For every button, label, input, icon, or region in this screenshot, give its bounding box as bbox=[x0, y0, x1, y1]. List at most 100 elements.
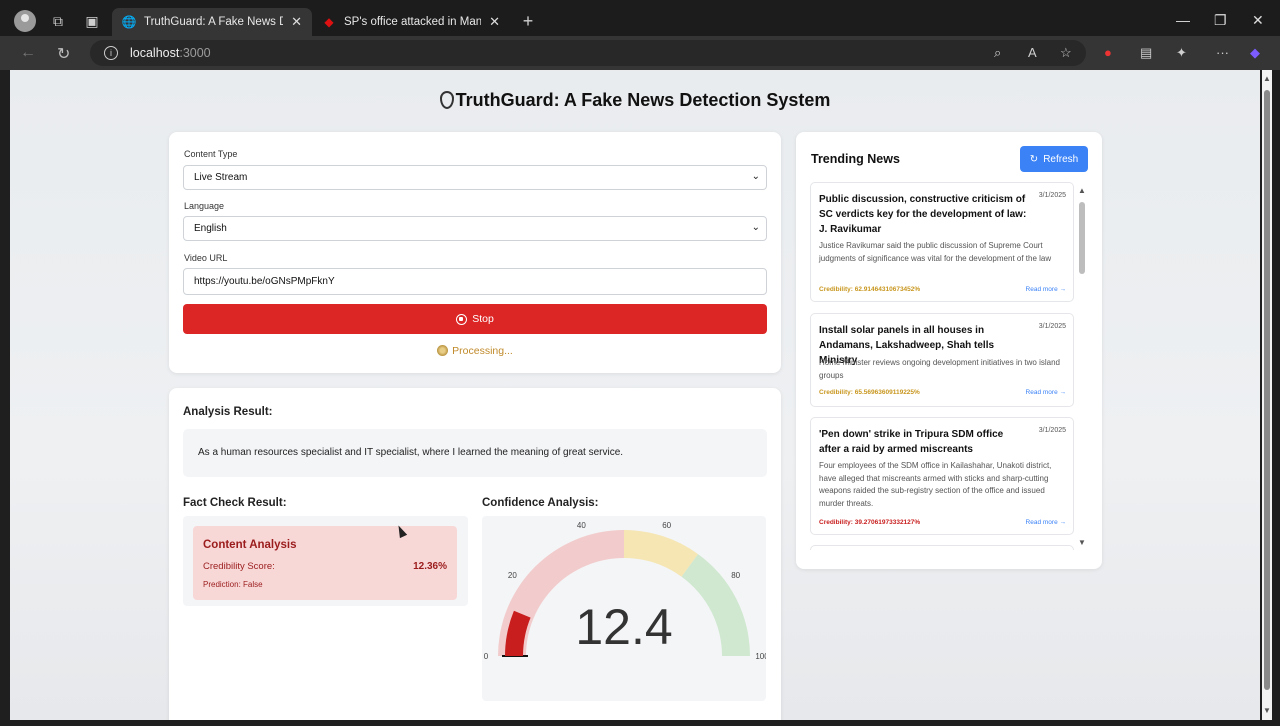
gauge-tick-label: 60 bbox=[662, 521, 671, 530]
confidence-heading: Confidence Analysis: bbox=[482, 497, 599, 509]
trending-title: Trending News bbox=[811, 152, 900, 166]
input-form-card: Content Type Live Stream ⌄ Language Engl… bbox=[169, 132, 781, 373]
tab-title: SP's office attacked in Manipur's bbox=[344, 16, 482, 28]
language-label: Language bbox=[184, 201, 225, 211]
confidence-gauge: 0 20 40 60 80 100 12.4 bbox=[484, 521, 766, 661]
analysis-result-card: Analysis Result: As a human resources sp… bbox=[169, 388, 781, 720]
copilot-icon[interactable]: ◆ bbox=[1250, 45, 1260, 61]
news-credibility: Credibility: 62.91464310673452% bbox=[819, 286, 921, 293]
read-aloud-icon[interactable]: A bbox=[1028, 45, 1037, 60]
video-url-value: https://youtu.be/oGNsPMpFknY bbox=[194, 276, 335, 287]
workspaces-icon[interactable]: ⧉ bbox=[48, 11, 68, 31]
reading-view-icon[interactable]: ▤ bbox=[1140, 45, 1152, 61]
zoom-icon[interactable]: ⌕ bbox=[994, 45, 1001, 61]
news-list-scrollbar[interactable]: ▲ ▼ bbox=[1076, 182, 1088, 550]
news-credibility: Credibility: 65.56963609119225% bbox=[819, 389, 920, 396]
tab-news[interactable]: ◆ SP's office attacked in Manipur's ✕ bbox=[312, 8, 510, 36]
news-description: Four employees of the SDM office in Kail… bbox=[819, 461, 1052, 508]
gauge-value-text: 12.4 bbox=[575, 599, 672, 655]
info-icon[interactable]: i bbox=[104, 46, 118, 60]
news-favicon-icon: ◆ bbox=[324, 15, 334, 29]
credibility-score-label: Credibility Score: bbox=[203, 561, 275, 572]
close-icon[interactable]: ✕ bbox=[291, 14, 302, 30]
scroll-down-icon[interactable]: ▼ bbox=[1263, 706, 1271, 715]
analysis-text: As a human resources specialist and IT s… bbox=[183, 429, 767, 477]
news-date: 3/1/2025 bbox=[1038, 427, 1066, 434]
tab-actions-icon[interactable]: ▣ bbox=[82, 11, 102, 31]
gauge-band-high bbox=[681, 554, 750, 656]
prediction-text: Prediction: False bbox=[203, 580, 263, 589]
confidence-gauge-panel: 0 20 40 60 80 100 12.4 bbox=[482, 516, 766, 701]
read-more-link[interactable]: Read more → bbox=[1026, 389, 1066, 396]
chevron-down-icon: ⌄ bbox=[751, 171, 760, 182]
fact-check-heading: Fact Check Result: bbox=[183, 497, 287, 509]
more-menu-icon[interactable]: ··· bbox=[1216, 45, 1229, 60]
language-select[interactable]: English ⌄ bbox=[183, 216, 767, 241]
news-credibility: Credibility: 39.27061973332127% bbox=[819, 519, 921, 526]
news-item[interactable]: Public discussion, constructive criticis… bbox=[810, 182, 1074, 302]
pin-icon bbox=[439, 91, 454, 109]
tab-title: TruthGuard: A Fake News Detecti bbox=[144, 16, 283, 28]
stop-button[interactable]: Stop bbox=[183, 304, 767, 334]
new-tab-icon[interactable]: + bbox=[518, 11, 538, 31]
page-scrollbar-thumb[interactable] bbox=[1264, 90, 1270, 690]
gauge-tick-label: 100 bbox=[755, 652, 766, 661]
news-description: Justice Ravikumar said the public discus… bbox=[819, 241, 1052, 263]
page-scrollbar[interactable]: ▲ ▼ bbox=[1262, 70, 1272, 720]
news-item[interactable]: 'Pen down' strike in Tripura SDM office … bbox=[810, 417, 1074, 535]
analysis-heading: Analysis Result: bbox=[183, 406, 273, 418]
news-title[interactable]: 'Pen down' strike in Tripura SDM office … bbox=[819, 427, 1027, 457]
url-port: :3000 bbox=[179, 46, 211, 60]
profile-icon[interactable] bbox=[14, 10, 36, 32]
address-bar: ← ↻ i localhost:3000 ⌕ A ☆ ● ▤ ✦ ··· ◆ bbox=[0, 36, 1280, 70]
processing-label: Processing... bbox=[452, 345, 513, 357]
news-list[interactable]: Public discussion, constructive criticis… bbox=[810, 182, 1090, 550]
url-host: localhost bbox=[130, 46, 180, 60]
refresh-button[interactable]: ↻ Refresh bbox=[1020, 146, 1088, 172]
back-icon[interactable]: ← bbox=[20, 44, 36, 62]
gauge-tick-label: 0 bbox=[484, 652, 489, 661]
news-date: 3/1/2025 bbox=[1038, 192, 1066, 199]
close-icon[interactable]: ✕ bbox=[489, 14, 500, 30]
extensions-puzzle-icon[interactable]: ✦ bbox=[1176, 45, 1187, 61]
content-analysis-title: Content Analysis bbox=[203, 539, 297, 551]
scrollbar-thumb[interactable] bbox=[1079, 202, 1085, 274]
scroll-up-icon[interactable]: ▲ bbox=[1078, 186, 1086, 195]
page-title-text: TruthGuard: A Fake News Detection System bbox=[455, 90, 831, 110]
url-field[interactable]: i localhost:3000 bbox=[90, 40, 1086, 66]
content-type-value: Live Stream bbox=[194, 172, 248, 183]
gauge-tick-label: 20 bbox=[508, 571, 517, 580]
extension-icon[interactable]: ● bbox=[1104, 45, 1112, 60]
stop-label: Stop bbox=[472, 313, 494, 325]
scroll-down-icon[interactable]: ▼ bbox=[1078, 538, 1086, 547]
processing-status: Processing... bbox=[169, 345, 781, 357]
language-value: English bbox=[194, 223, 227, 234]
reload-icon[interactable]: ↻ bbox=[57, 44, 70, 64]
trending-news-card: Trending News ↻ Refresh Public discussio… bbox=[796, 132, 1102, 569]
content-type-label: Content Type bbox=[184, 149, 238, 159]
read-more-link[interactable]: Read more → bbox=[1026, 286, 1066, 293]
globe-icon: 🌐 bbox=[121, 15, 137, 29]
chevron-down-icon: ⌄ bbox=[751, 222, 760, 233]
news-item[interactable]: Install solar panels in all houses in An… bbox=[810, 313, 1074, 407]
video-url-input[interactable]: https://youtu.be/oGNsPMpFknY bbox=[183, 268, 767, 295]
restore-icon[interactable]: ❐ bbox=[1214, 12, 1227, 29]
tab-truthguard[interactable]: 🌐 TruthGuard: A Fake News Detecti ✕ bbox=[112, 8, 312, 36]
page-title: TruthGuard: A Fake News Detection System bbox=[10, 90, 1260, 111]
video-url-label: Video URL bbox=[184, 253, 228, 263]
news-date: 3/1/2025 bbox=[1038, 323, 1066, 330]
news-item[interactable] bbox=[810, 545, 1074, 550]
scroll-up-icon[interactable]: ▲ bbox=[1263, 74, 1271, 83]
favorite-star-icon[interactable]: ☆ bbox=[1060, 45, 1072, 61]
content-type-select[interactable]: Live Stream ⌄ bbox=[183, 165, 767, 190]
page-viewport: TruthGuard: A Fake News Detection System… bbox=[10, 70, 1260, 720]
content-analysis-box: Content Analysis Credibility Score: 12.3… bbox=[193, 526, 457, 600]
refresh-label: Refresh bbox=[1043, 153, 1079, 165]
minimize-icon[interactable]: — bbox=[1176, 12, 1190, 28]
news-title[interactable]: Public discussion, constructive criticis… bbox=[819, 192, 1027, 237]
fact-check-panel: Content Analysis Credibility Score: 12.3… bbox=[183, 516, 468, 606]
window-close-icon[interactable]: ✕ bbox=[1252, 12, 1264, 29]
spinner-icon bbox=[437, 345, 449, 356]
credibility-score-value: 12.36% bbox=[413, 561, 447, 572]
read-more-link[interactable]: Read more → bbox=[1026, 519, 1066, 526]
